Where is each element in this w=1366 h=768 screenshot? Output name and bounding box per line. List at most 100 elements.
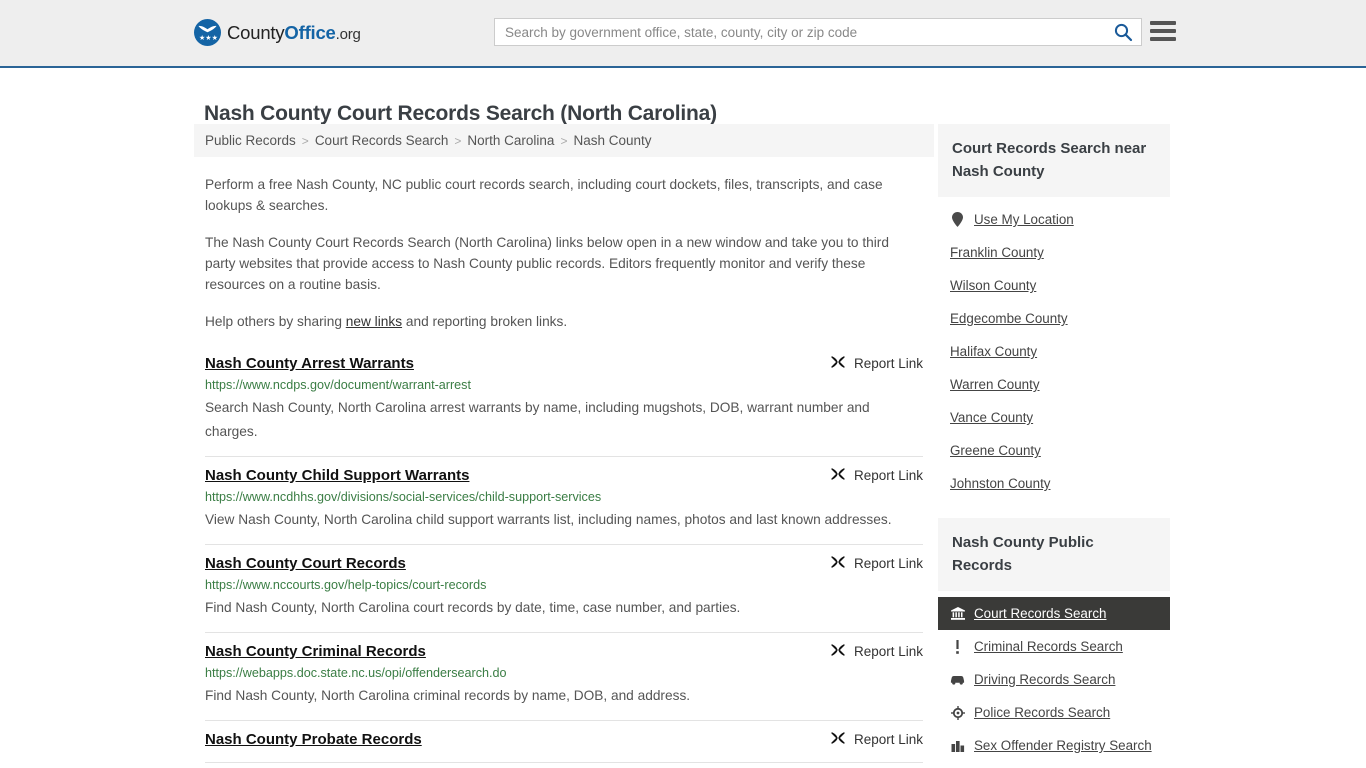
sidebar-item-label: Police Records Search bbox=[974, 705, 1111, 720]
result-item: Nash County Arrest Warrants Report Link … bbox=[205, 348, 923, 457]
sidebar-item-label: Court Records Search bbox=[974, 606, 1107, 621]
eagle-seal-icon: ★ ★ ★ bbox=[194, 19, 221, 46]
broken-link-icon bbox=[831, 556, 845, 568]
nearby-county-item[interactable]: Johnston County bbox=[938, 467, 1170, 500]
nearby-county-item[interactable]: Halifax County bbox=[938, 335, 1170, 368]
report-link-button[interactable]: Report Link bbox=[830, 354, 923, 371]
report-link-button[interactable]: Report Link bbox=[830, 730, 923, 747]
nearby-county-item[interactable]: Warren County bbox=[938, 368, 1170, 401]
result-header: Nash County Probate Records Report Link bbox=[205, 730, 923, 750]
sidebar-item-police-records-search[interactable]: Police Records Search bbox=[938, 696, 1170, 729]
eagle-wings-shape bbox=[198, 25, 217, 33]
site-logo[interactable]: ★ ★ ★ CountyOffice.org bbox=[194, 19, 361, 46]
breadcrumb: Public Records > Court Records Search > … bbox=[194, 124, 934, 157]
building-icon bbox=[950, 738, 965, 753]
use-my-location-label: Use My Location bbox=[974, 212, 1074, 227]
result-title-link[interactable]: Nash County Probate Records bbox=[205, 730, 422, 750]
public-records-heading: Nash County Public Records bbox=[938, 518, 1170, 591]
intro-p3-before: Help others by sharing bbox=[205, 314, 346, 329]
result-item: Nash County Criminal Records Report Link… bbox=[205, 633, 923, 721]
result-item: Nash County Child Support Warrants Repor… bbox=[205, 457, 923, 545]
logo-wordmark: CountyOffice.org bbox=[227, 22, 361, 44]
result-title-link[interactable]: Nash County Arrest Warrants bbox=[205, 354, 414, 374]
new-links-link[interactable]: new links bbox=[346, 314, 402, 329]
breadcrumb-separator: > bbox=[560, 133, 568, 148]
breadcrumb-item-public-records[interactable]: Public Records bbox=[205, 133, 296, 148]
exclamation-icon bbox=[950, 639, 965, 654]
report-link-label: Report Link bbox=[853, 467, 923, 483]
result-header: Nash County Court Records Report Link bbox=[205, 554, 923, 574]
result-title-link[interactable]: Nash County Criminal Records bbox=[205, 642, 426, 662]
report-link-label: Report Link bbox=[853, 355, 923, 371]
hamburger-menu-icon[interactable] bbox=[1150, 20, 1176, 42]
use-my-location-item[interactable]: Use My Location bbox=[938, 203, 1170, 236]
intro-paragraph-3: Help others by sharing new links and rep… bbox=[205, 311, 923, 332]
report-link-button[interactable]: Report Link bbox=[830, 554, 923, 571]
result-description: Find Nash County, North Carolina court r… bbox=[205, 600, 741, 615]
report-link-button[interactable]: Report Link bbox=[830, 642, 923, 659]
county-label: Edgecombe County bbox=[950, 311, 1068, 326]
county-label: Vance County bbox=[950, 410, 1034, 425]
result-url: https://www.ncdps.gov/document/warrant-a… bbox=[205, 378, 471, 392]
sidebar-item-driving-records-search[interactable]: Driving Records Search bbox=[938, 663, 1170, 696]
sidebar-item-sex-offender-registry-search[interactable]: Sex Offender Registry Search bbox=[938, 729, 1170, 762]
nearby-panel-heading: Court Records Search near Nash County bbox=[938, 124, 1170, 197]
nearby-county-item[interactable]: Vance County bbox=[938, 401, 1170, 434]
nearby-county-item[interactable]: Greene County bbox=[938, 434, 1170, 467]
breadcrumb-separator: > bbox=[301, 133, 309, 148]
result-description: Find Nash County, North Carolina crimina… bbox=[205, 688, 691, 703]
county-label: Greene County bbox=[950, 443, 1041, 458]
sidebar-item-label: Driving Records Search bbox=[974, 672, 1116, 687]
broken-link-icon bbox=[831, 356, 845, 368]
result-item: Nash County Probate Records Report Link bbox=[205, 721, 923, 763]
sidebar-item-label: Sex Offender Registry Search bbox=[974, 738, 1152, 753]
nearby-county-item[interactable]: Franklin County bbox=[938, 236, 1170, 269]
intro-paragraph-1: Perform a free Nash County, NC public co… bbox=[205, 177, 883, 213]
map-pin-icon bbox=[950, 212, 965, 227]
result-description: View Nash County, North Carolina child s… bbox=[205, 512, 892, 527]
nearby-county-item[interactable]: Edgecombe County bbox=[938, 302, 1170, 335]
car-icon bbox=[950, 672, 965, 687]
breadcrumb-item-north-carolina[interactable]: North Carolina bbox=[467, 133, 554, 148]
broken-link-icon bbox=[831, 468, 845, 480]
intro-paragraph-2: The Nash County Court Records Search (No… bbox=[205, 235, 889, 292]
search-bar bbox=[494, 18, 1142, 46]
logo-org-text: .org bbox=[335, 25, 361, 43]
nearby-county-item[interactable]: Wilson County bbox=[938, 269, 1170, 302]
report-link-label: Report Link bbox=[853, 731, 923, 747]
search-button[interactable] bbox=[1105, 19, 1141, 45]
report-link-button[interactable]: Report Link bbox=[830, 466, 923, 483]
county-label: Wilson County bbox=[950, 278, 1037, 293]
county-label: Halifax County bbox=[950, 344, 1038, 359]
search-icon bbox=[1114, 23, 1133, 42]
police-badge-icon bbox=[950, 705, 965, 720]
report-link-label: Report Link bbox=[853, 555, 923, 571]
public-records-panel: Nash County Public Records Court Records… bbox=[938, 518, 1170, 762]
result-description: Search Nash County, North Carolina arres… bbox=[205, 400, 870, 439]
results-list: Nash County Arrest Warrants Report Link … bbox=[194, 348, 934, 763]
sidebar-item-court-records-search[interactable]: Court Records Search bbox=[938, 597, 1170, 630]
breadcrumb-item-court-records-search[interactable]: Court Records Search bbox=[315, 133, 449, 148]
logo-county-text: County bbox=[227, 21, 285, 43]
result-url: https://www.ncdhhs.gov/divisions/social-… bbox=[205, 490, 602, 504]
courthouse-icon bbox=[950, 606, 965, 621]
result-title-link[interactable]: Nash County Child Support Warrants bbox=[205, 466, 469, 486]
broken-link-icon bbox=[831, 644, 845, 656]
nearby-searches-panel: Court Records Search near Nash County Us… bbox=[938, 124, 1170, 500]
site-header: ★ ★ ★ CountyOffice.org bbox=[0, 0, 1366, 68]
broken-link-icon bbox=[831, 732, 845, 744]
county-label: Warren County bbox=[950, 377, 1040, 392]
intro-p3-after: and reporting broken links. bbox=[402, 314, 568, 329]
result-item: Nash County Court Records Report Link ht… bbox=[205, 545, 923, 633]
main-content-column: Public Records > Court Records Search > … bbox=[194, 124, 934, 763]
result-title-link[interactable]: Nash County Court Records bbox=[205, 554, 406, 574]
report-link-label: Report Link bbox=[853, 643, 923, 659]
county-label: Franklin County bbox=[950, 245, 1044, 260]
county-label: Johnston County bbox=[950, 476, 1051, 491]
seal-stars: ★ ★ ★ bbox=[199, 34, 218, 42]
result-header: Nash County Child Support Warrants Repor… bbox=[205, 466, 923, 486]
public-records-list: Court Records Search Criminal Records Se… bbox=[938, 591, 1170, 762]
sidebar-item-criminal-records-search[interactable]: Criminal Records Search bbox=[938, 630, 1170, 663]
nearby-county-list: Use My Location Franklin County Wilson C… bbox=[938, 197, 1170, 500]
search-input[interactable] bbox=[495, 19, 1105, 45]
